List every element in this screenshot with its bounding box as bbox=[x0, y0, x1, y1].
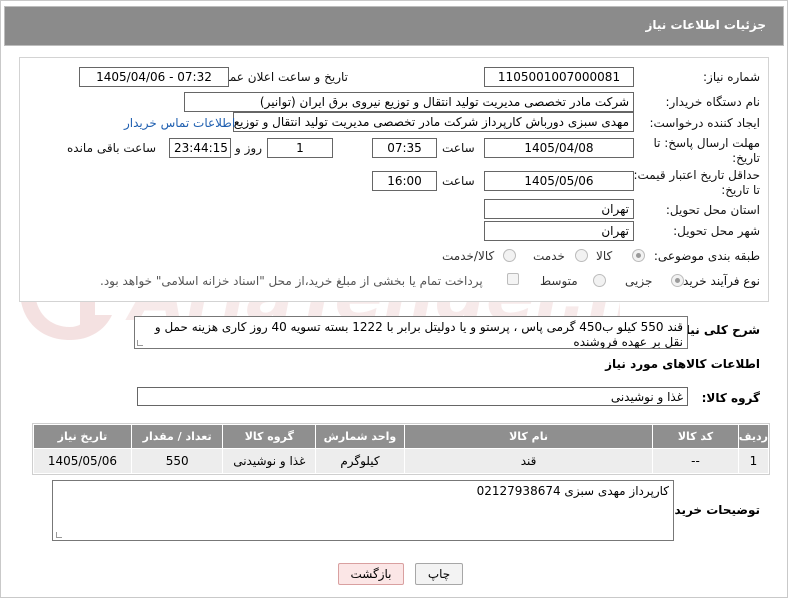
category-option-both: کالا/خدمت bbox=[442, 249, 495, 263]
deadline-date-field: 1405/04/08 bbox=[484, 138, 634, 158]
category-radio-both[interactable] bbox=[503, 249, 516, 262]
deadline-label: مهلت ارسال پاسخ: تا bbox=[653, 136, 760, 150]
col-header-row-number: ردیف bbox=[737, 424, 770, 449]
price-validity-label: حداقل تاریخ اعتبار قیمت: bbox=[633, 168, 760, 182]
cell-group: غذا و نوشیدنی bbox=[222, 448, 317, 474]
treasury-checkbox[interactable] bbox=[507, 273, 519, 285]
deadline-time-field: 07:35 bbox=[372, 138, 437, 158]
cell-date: 1405/05/06 bbox=[33, 448, 132, 474]
print-button[interactable]: چاپ bbox=[415, 563, 463, 585]
category-option-service: خدمت bbox=[533, 249, 565, 263]
province-field: تهران bbox=[484, 199, 634, 219]
deadline-time-label: ساعت bbox=[442, 141, 475, 155]
process-label: نوع فرآیند خرید : bbox=[675, 274, 760, 288]
table-row: 1 -- قند کیلوگرم غذا و نوشیدنی 550 1405/… bbox=[33, 448, 770, 474]
requester-field: مهدی سبزی دورباش کارپرداز شرکت مادر تخصص… bbox=[233, 112, 634, 132]
table-header-row: ردیف کد کالا نام کالا واحد شمارش گروه کا… bbox=[33, 424, 770, 449]
col-header-group: گروه کالا bbox=[222, 424, 317, 449]
process-radio-minor[interactable] bbox=[671, 274, 684, 287]
requester-label: ایجاد کننده درخواست: bbox=[649, 116, 760, 130]
contact-info-link[interactable]: اطلاعات تماس خریدار bbox=[124, 116, 235, 130]
resize-handle-icon bbox=[137, 340, 143, 346]
process-radio-medium[interactable] bbox=[593, 274, 606, 287]
price-time-label: ساعت bbox=[442, 174, 475, 188]
buyer-org-label: نام دستگاه خریدار: bbox=[665, 95, 761, 109]
col-header-code: کد کالا bbox=[652, 424, 739, 449]
price-validity-label-2: تا تاریخ: bbox=[721, 183, 760, 197]
items-table: ردیف کد کالا نام کالا واحد شمارش گروه کا… bbox=[32, 423, 770, 475]
remaining-label: ساعت باقی مانده bbox=[67, 141, 157, 155]
category-option-goods: کالا bbox=[596, 249, 613, 263]
buyer-notes-textarea[interactable]: کارپرداز مهدی سبزی 02127938674 bbox=[52, 480, 674, 541]
category-radio-service[interactable] bbox=[575, 249, 588, 262]
city-label: شهر محل تحویل: bbox=[673, 224, 760, 238]
cell-name: قند bbox=[403, 448, 654, 474]
notes-resize-handle-icon bbox=[56, 532, 62, 538]
days-field: 1 bbox=[267, 138, 333, 158]
cell-unit: کیلوگرم bbox=[315, 448, 405, 474]
remaining-time-field: 23:44:15 bbox=[169, 138, 231, 158]
deadline-label-2: تاریخ: bbox=[732, 151, 760, 165]
category-label: طبقه بندی موضوعی: bbox=[653, 249, 760, 263]
province-label: استان محل تحویل: bbox=[665, 203, 760, 217]
cell-row-number: 1 bbox=[737, 448, 770, 474]
goods-group-field: غذا و نوشیدنی bbox=[137, 387, 688, 406]
days-label: روز و bbox=[235, 141, 262, 155]
price-date-field: 1405/05/06 bbox=[484, 171, 634, 191]
col-header-unit: واحد شمارش bbox=[315, 424, 405, 449]
page-title: جزئیات اطلاعات نیاز bbox=[645, 18, 766, 32]
buyer-org-field: شرکت مادر تخصصی مدیریت تولید انتقال و تو… bbox=[184, 92, 634, 112]
cell-code: -- bbox=[652, 448, 739, 474]
city-field: تهران bbox=[484, 221, 634, 241]
col-header-date: تاریخ نیاز bbox=[33, 424, 132, 449]
payment-note: پرداخت تمام یا بخشی از مبلغ خرید،از محل … bbox=[100, 274, 483, 288]
need-number-label: شماره نیاز: bbox=[703, 70, 760, 84]
col-header-quantity: تعداد / مقدار bbox=[130, 424, 224, 449]
goods-info-title: اطلاعات کالاهای مورد نیاز bbox=[605, 357, 760, 371]
back-button[interactable]: بازگشت bbox=[338, 563, 404, 585]
col-header-name: نام کالا bbox=[403, 424, 654, 449]
cell-quantity: 550 bbox=[130, 448, 224, 474]
description-textarea[interactable]: قند 550 کیلو ب450 گرمی پاس ، پرستو و یا … bbox=[134, 316, 688, 349]
category-radio-goods[interactable] bbox=[632, 249, 645, 262]
price-time-field: 16:00 bbox=[372, 171, 437, 191]
announce-field: 1405/04/06 - 07:32 bbox=[79, 67, 229, 87]
process-option-minor: جزیی bbox=[625, 274, 653, 288]
need-number-field: 1105001007000081 bbox=[484, 67, 634, 87]
goods-group-label: گروه کالا: bbox=[701, 391, 760, 405]
process-option-medium: متوسط bbox=[540, 274, 578, 288]
